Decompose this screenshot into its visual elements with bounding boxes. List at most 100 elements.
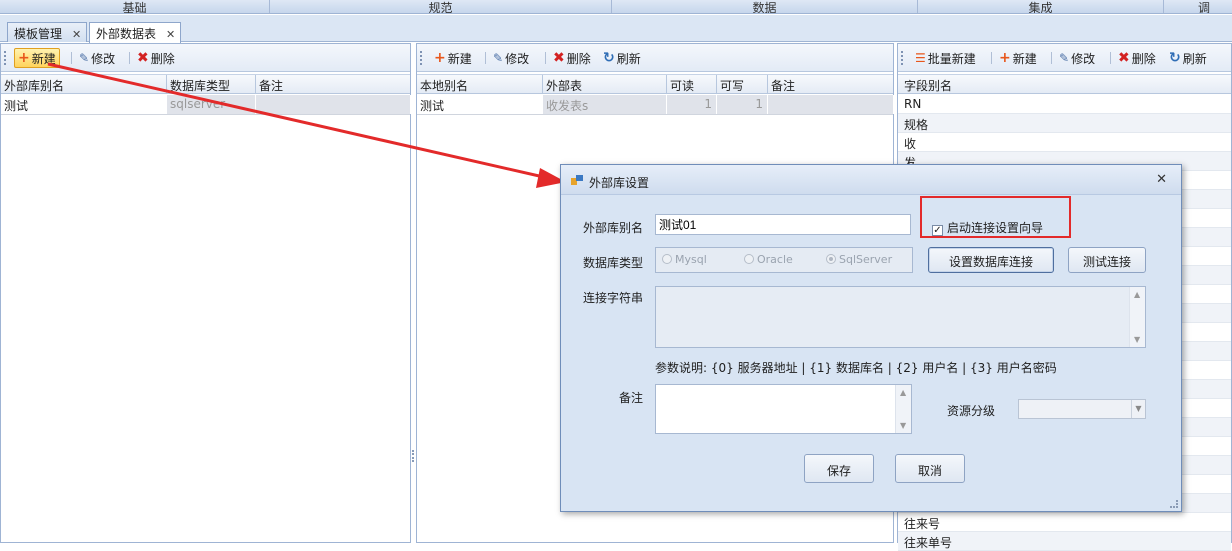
grid-header: 外部库别名 数据库类型 备注 [1,74,410,94]
resource-level-select[interactable]: ▼ [1018,399,1146,419]
close-icon[interactable]: ✕ [166,28,175,41]
list-item[interactable]: 往来号 [898,513,1231,532]
scrollbar[interactable]: ▲ ▼ [895,385,911,433]
new-button[interactable]: + 新建 [14,48,60,68]
scroll-up-icon[interactable]: ▲ [1134,290,1140,299]
cell-note [256,95,411,114]
toolbar: ☰ 批量新建 + 新建 ✎ 修改 ✖ 删除 ↻ 刷新 [898,44,1231,72]
scroll-up-icon[interactable]: ▲ [900,388,906,397]
menu-spec[interactable]: 规范 [270,0,612,13]
cell-readable: 1 [667,95,717,114]
column-header[interactable]: 本地别名 [417,75,543,94]
radio-oracle[interactable]: Oracle [744,253,793,266]
new-button[interactable]: + 新建 [996,48,1040,68]
cell-db-type: sqlserver [167,95,256,114]
delete-x-icon: ✖ [1118,50,1130,66]
pencil-icon: ✎ [79,51,90,65]
close-icon[interactable]: ✕ [72,28,81,41]
toolbar-grip-icon[interactable] [4,51,6,65]
pencil-icon: ✎ [493,51,504,65]
plus-icon: + [434,50,446,66]
batch-new-button[interactable]: ☰ 批量新建 [912,48,979,68]
save-button[interactable]: 保存 [804,454,874,483]
divider [991,52,992,64]
cell-table: 收发表s [543,95,667,114]
delete-button[interactable]: ✖ 删除 [134,48,178,68]
column-header[interactable]: 可写 [717,75,768,94]
refresh-button[interactable]: ↻ 刷新 [1166,48,1210,68]
table-row[interactable]: 测试 收发表s 1 1 [417,95,894,115]
column-header[interactable]: 字段别名 [898,75,1232,94]
conn-string-label: 连接字符串 [583,291,644,305]
toolbar: + 新建 ✎ 修改 ✖ 删除 ↻ 刷新 [417,44,893,72]
divider [71,52,72,64]
param-hint: 参数说明: {0} 服务器地址 | {1} 数据库名 | {2} 用户名 | {… [655,361,1057,375]
note-textarea[interactable]: ▲ ▼ [655,384,912,434]
splitter-handle[interactable] [412,450,415,462]
scroll-down-icon[interactable]: ▼ [1134,335,1140,344]
menu-data[interactable]: 数据 [612,0,918,13]
grid-header: 本地别名 外部表 可读 可写 备注 [417,74,893,94]
db-type-label: 数据库类型 [583,256,644,270]
column-header[interactable]: 外部表 [543,75,667,94]
menu-basic[interactable]: 基础 [0,0,270,13]
conn-string-textarea[interactable]: ▲ ▼ [655,286,1146,348]
column-header[interactable]: 备注 [768,75,894,94]
plus-icon: + [999,50,1011,66]
alias-input[interactable] [655,214,911,235]
radio-icon [662,254,672,264]
grid-header: 字段别名 [898,74,1231,94]
list-item[interactable]: RN [898,95,1231,114]
radio-selected-icon [826,254,836,264]
tab-external-tables[interactable]: 外部数据表 ✕ [89,22,181,43]
refresh-icon: ↻ [1169,50,1181,66]
delete-x-icon: ✖ [137,50,149,66]
divider [129,52,130,64]
tab-template-management[interactable]: 模板管理 ✕ [7,22,87,42]
top-menu-bar: 基础 规范 数据 集成 调 [0,0,1232,14]
toolbar-grip-icon[interactable] [901,51,903,65]
edit-button[interactable]: ✎ 修改 [1056,48,1098,68]
list-item[interactable]: 规格 [898,114,1231,133]
menu-debug[interactable]: 调 [1164,0,1232,13]
chevron-down-icon[interactable]: ▼ [1131,400,1145,418]
divider [1051,52,1052,64]
external-db-panel: + 新建 ✎ 修改 ✖ 删除 外部库别名 数据库类型 备注 测试 sqlserver [0,43,411,543]
scroll-down-icon[interactable]: ▼ [900,421,906,430]
tab-label: 模板管理 [14,27,63,41]
refresh-button[interactable]: ↻ 刷新 [600,48,644,68]
column-header[interactable]: 可读 [667,75,717,94]
refresh-icon: ↻ [603,50,615,66]
divider [545,52,546,64]
delete-button[interactable]: ✖ 删除 [1115,48,1159,68]
new-button[interactable]: + 新建 [431,48,475,68]
toolbar-grip-icon[interactable] [420,51,422,65]
batch-add-icon: ☰ [915,51,926,65]
radio-mysql[interactable]: Mysql [662,253,707,266]
resize-grip-icon[interactable] [1170,500,1178,508]
test-connection-button[interactable]: 测试连接 [1068,247,1146,273]
list-item[interactable]: 往来单号 [898,532,1231,551]
column-header[interactable]: 数据库类型 [167,75,256,94]
menu-integration[interactable]: 集成 [918,0,1164,13]
column-header[interactable]: 备注 [256,75,411,94]
column-header[interactable]: 外部库别名 [1,75,167,94]
dialog-body: 外部库别名 ✓启动连接设置向导 数据库类型 Mysql Oracle SqlSe… [561,165,1181,511]
cancel-button[interactable]: 取消 [895,454,965,483]
cell-writable: 1 [717,95,768,114]
delete-button[interactable]: ✖ 删除 [550,48,594,68]
list-item[interactable]: 收 [898,133,1231,152]
tab-label: 外部数据表 [96,27,157,41]
radio-icon [744,254,754,264]
radio-sqlserver[interactable]: SqlServer [826,253,892,266]
toolbar: + 新建 ✎ 修改 ✖ 删除 [1,44,410,72]
setup-db-connection-button[interactable]: 设置数据库连接 [928,247,1054,273]
db-type-radio-group: Mysql Oracle SqlServer [655,247,913,273]
document-tab-bar: 模板管理 ✕ 外部数据表 ✕ [0,15,1232,43]
edit-button[interactable]: ✎ 修改 [490,48,532,68]
delete-x-icon: ✖ [553,50,565,66]
cell-note [768,95,894,114]
edit-button[interactable]: ✎ 修改 [76,48,118,68]
table-row[interactable]: 测试 sqlserver [1,95,411,115]
scrollbar[interactable]: ▲ ▼ [1129,287,1145,347]
